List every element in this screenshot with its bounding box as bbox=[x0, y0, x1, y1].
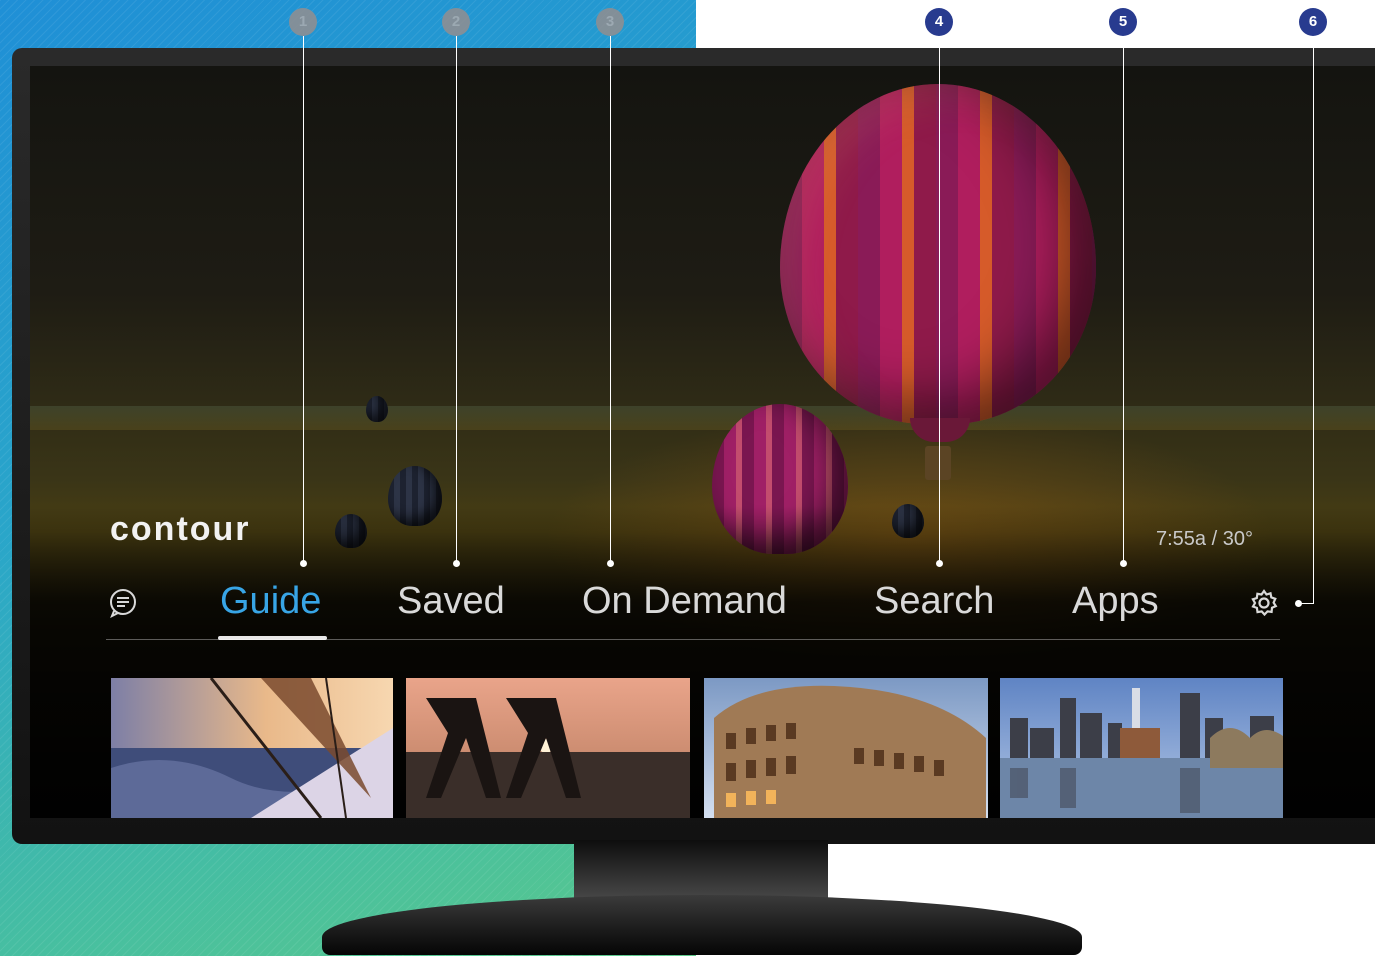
thumbnail-colosseum[interactable] bbox=[704, 678, 988, 818]
tab-guide[interactable]: Guide bbox=[220, 578, 321, 624]
tab-apps[interactable]: Apps bbox=[1072, 578, 1159, 624]
hot-air-balloon-neck bbox=[910, 418, 970, 442]
callout-dot-3 bbox=[607, 560, 614, 567]
callout-dot-2 bbox=[453, 560, 460, 567]
callout-line-6 bbox=[1313, 36, 1314, 604]
nav-divider bbox=[106, 639, 1280, 640]
callout-badge-3: 3 bbox=[596, 8, 624, 36]
chat-bubble-icon[interactable] bbox=[108, 588, 138, 619]
callout-badge-2: 2 bbox=[442, 8, 470, 36]
callout-dot-1 bbox=[300, 560, 307, 567]
sky-horizon bbox=[30, 406, 1375, 430]
stage: contour 7:55a / 30° Guide Saved On Deman… bbox=[0, 0, 1375, 956]
hot-air-balloon-small bbox=[366, 396, 388, 422]
tab-search[interactable]: Search bbox=[874, 578, 994, 624]
contour-logo: contour bbox=[110, 510, 251, 548]
callout-badge-6: 6 bbox=[1299, 8, 1327, 36]
callout-dot-4 bbox=[936, 560, 943, 567]
callout-line-3 bbox=[610, 36, 611, 564]
tab-on-demand[interactable]: On Demand bbox=[582, 578, 787, 624]
callout-badge-5: 5 bbox=[1109, 8, 1137, 36]
callout-line-2 bbox=[456, 36, 457, 564]
time-weather: 7:55a / 30° bbox=[1156, 528, 1253, 550]
hot-air-balloon-large bbox=[780, 84, 1096, 424]
callout-line-1 bbox=[303, 36, 304, 564]
callout-line-4 bbox=[939, 36, 940, 564]
thumbnail-beach-chairs[interactable] bbox=[406, 678, 690, 818]
thumbnail-sailboat[interactable] bbox=[111, 678, 393, 818]
callout-dot-6 bbox=[1295, 600, 1302, 607]
callout-badge-1: 1 bbox=[289, 8, 317, 36]
callout-dot-5 bbox=[1120, 560, 1127, 567]
callout-badge-4: 4 bbox=[925, 8, 953, 36]
callout-line-5 bbox=[1123, 36, 1124, 564]
gear-icon[interactable] bbox=[1249, 588, 1279, 618]
tv-stand-neck bbox=[574, 840, 828, 902]
tab-saved[interactable]: Saved bbox=[397, 578, 505, 624]
thumbnail-city-skyline[interactable] bbox=[1000, 678, 1283, 818]
hot-air-balloon-basket bbox=[925, 446, 951, 480]
